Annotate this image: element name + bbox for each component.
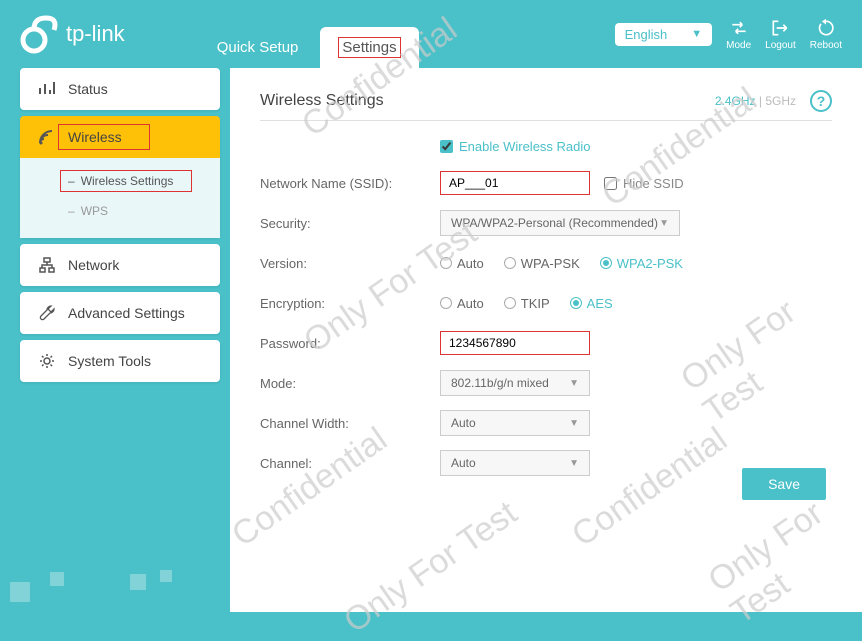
logout-icon xyxy=(770,18,790,38)
brand-logo: tp-link xyxy=(20,14,125,54)
submenu-wps[interactable]: –WPS xyxy=(20,196,220,226)
enable-wireless-input[interactable] xyxy=(440,140,453,153)
mode-icon xyxy=(729,18,749,38)
mode-button[interactable]: Mode xyxy=(726,18,751,51)
sidebar-item-network[interactable]: Network xyxy=(20,244,220,286)
version-auto-radio[interactable]: Auto xyxy=(440,256,484,271)
version-wpa-radio[interactable]: WPA-PSK xyxy=(504,256,580,271)
tab-settings[interactable]: Settings xyxy=(320,27,418,68)
mode-label: Mode: xyxy=(260,376,440,391)
reboot-icon xyxy=(816,18,836,38)
channel-width-label: Channel Width: xyxy=(260,416,440,431)
mode-select[interactable]: 802.11b/g/n mixed ▼ xyxy=(440,370,590,396)
network-icon xyxy=(38,256,56,274)
channel-label: Channel: xyxy=(260,456,440,471)
page-title: Wireless Settings xyxy=(260,92,384,110)
brand-text: tp-link xyxy=(66,21,125,47)
chevron-down-icon: ▼ xyxy=(691,28,702,40)
chevron-down-icon: ▼ xyxy=(569,378,579,389)
wireless-submenu: –Wireless Settings –WPS xyxy=(20,158,220,238)
channel-select[interactable]: Auto ▼ xyxy=(440,450,590,476)
version-label: Version: xyxy=(260,256,440,271)
security-select[interactable]: WPA/WPA2-Personal (Recommended) ▼ xyxy=(440,210,680,236)
gear-icon xyxy=(38,352,56,370)
wrench-icon xyxy=(38,304,56,322)
language-select[interactable]: English ▼ xyxy=(615,23,713,46)
hide-ssid-checkbox[interactable]: Hide SSID xyxy=(604,176,684,191)
chevron-down-icon: ▼ xyxy=(569,458,579,469)
tp-link-logo-icon xyxy=(20,14,60,54)
submenu-wireless-settings[interactable]: –Wireless Settings xyxy=(20,166,220,196)
encryption-label: Encryption: xyxy=(260,296,440,311)
password-label: Password: xyxy=(260,336,440,351)
sidebar-item-advanced[interactable]: Advanced Settings xyxy=(20,292,220,334)
logout-button[interactable]: Logout xyxy=(765,18,796,51)
help-icon[interactable]: ? xyxy=(810,90,832,112)
status-icon xyxy=(38,80,56,98)
encryption-tkip-radio[interactable]: TKIP xyxy=(504,296,550,311)
version-wpa2-radio[interactable]: WPA2-PSK xyxy=(600,256,683,271)
wireless-icon xyxy=(38,128,56,146)
language-value: English xyxy=(625,27,668,42)
header-tabs: Quick Setup Settings xyxy=(195,0,419,68)
channel-width-select[interactable]: Auto ▼ xyxy=(440,410,590,436)
ssid-label: Network Name (SSID): xyxy=(260,176,440,191)
watermark: Only For Test xyxy=(337,494,524,641)
sidebar-item-wireless[interactable]: Wireless xyxy=(20,116,220,158)
password-input[interactable] xyxy=(440,331,590,355)
chevron-down-icon: ▼ xyxy=(569,418,579,429)
band-switch[interactable]: 2.4GHz | 5GHz xyxy=(715,94,796,108)
decorative-shapes xyxy=(0,552,200,612)
sidebar-item-status[interactable]: Status xyxy=(20,68,220,110)
header: tp-link Quick Setup Settings English ▼ M… xyxy=(0,0,862,68)
encryption-auto-radio[interactable]: Auto xyxy=(440,296,484,311)
sidebar: Status Wireless –Wireless Settings –WPS … xyxy=(20,68,220,388)
ssid-input[interactable] xyxy=(440,171,590,195)
watermark: Only For Test xyxy=(701,481,862,632)
tab-quick-setup[interactable]: Quick Setup xyxy=(195,27,321,68)
encryption-aes-radio[interactable]: AES xyxy=(570,296,613,311)
save-button[interactable]: Save xyxy=(742,468,826,500)
sidebar-item-system[interactable]: System Tools xyxy=(20,340,220,382)
chevron-down-icon: ▼ xyxy=(659,218,669,229)
enable-wireless-checkbox[interactable]: Enable Wireless Radio xyxy=(440,139,832,154)
security-label: Security: xyxy=(260,216,440,231)
reboot-button[interactable]: Reboot xyxy=(810,18,842,51)
content-panel: Confidential Only For Test Confidential … xyxy=(230,68,862,612)
